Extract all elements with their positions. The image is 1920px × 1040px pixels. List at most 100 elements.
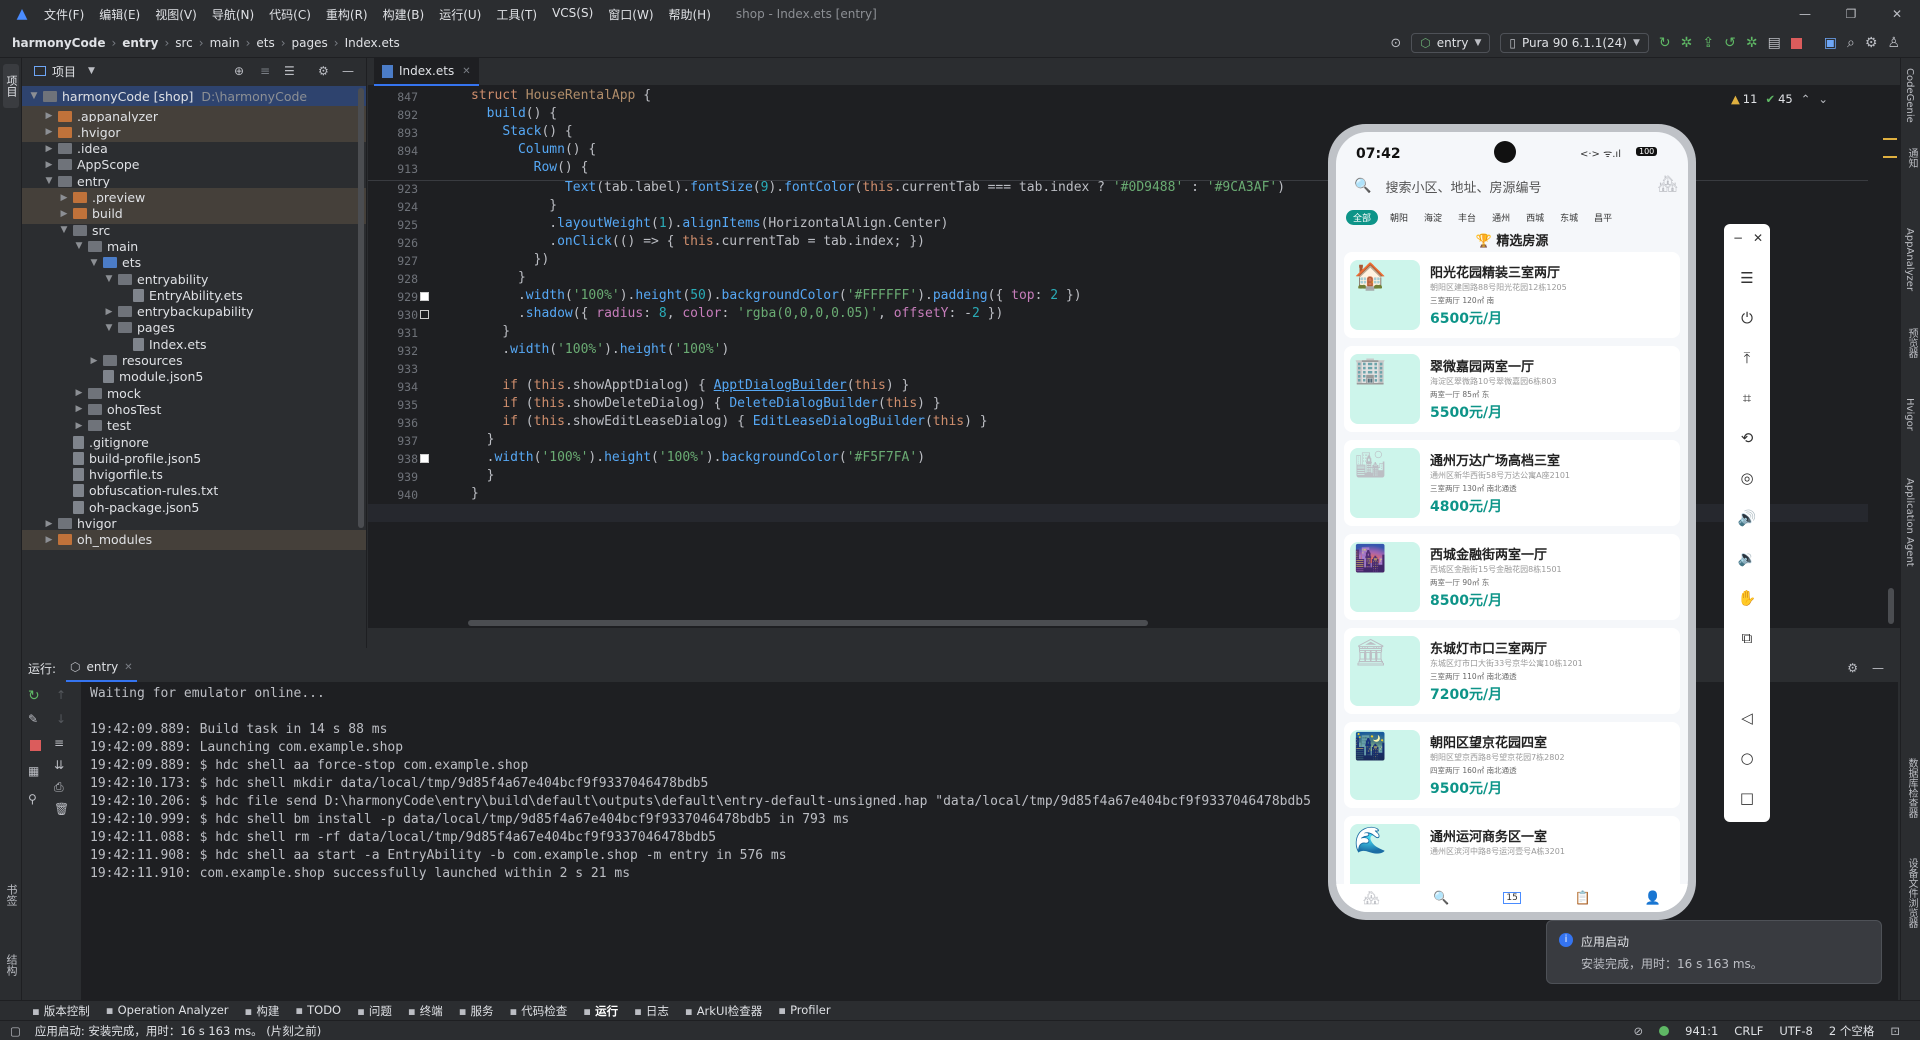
district-chip[interactable]: 朝阳 xyxy=(1390,211,1408,224)
color-swatch-icon[interactable] xyxy=(420,310,429,319)
indent-setting[interactable]: 2 个空格 xyxy=(1829,1023,1874,1039)
apply-changes-icon[interactable]: ↺ xyxy=(1724,35,1736,51)
tool-window-button[interactable]: ▪ ArkUI检查器 xyxy=(685,1003,762,1019)
project-panel-title[interactable]: 项目 xyxy=(52,63,76,80)
profiler-icon[interactable]: ✲ xyxy=(1746,35,1758,51)
close-tab-icon[interactable]: ✕ xyxy=(124,662,132,673)
menu-item[interactable]: 文件(F) xyxy=(44,6,84,23)
menu-icon[interactable]: ☰ xyxy=(1737,268,1757,288)
chevron-down-icon[interactable]: ▼ xyxy=(88,66,95,76)
breadcrumb-item[interactable]: src xyxy=(175,36,193,50)
code-line[interactable]: if (this.showDeleteDialog) { DeleteDialo… xyxy=(471,396,940,411)
listing-card[interactable]: 🏛 东城灯市口三室两厅 东城区灯市口大街33号京华公寓10栋1201 三室两厅 110… xyxy=(1344,628,1680,714)
menu-item[interactable]: 代码(C) xyxy=(269,6,311,23)
screenshot-icon[interactable]: ◎ xyxy=(1737,468,1757,488)
rotate-icon[interactable]: ⟲ xyxy=(1737,428,1757,448)
chevron-right-icon[interactable]: ▶ xyxy=(88,356,100,366)
color-swatch-icon[interactable] xyxy=(420,292,429,301)
code-line[interactable]: .width('100%').height('100%') xyxy=(471,342,729,357)
chevron-right-icon[interactable]: ▶ xyxy=(43,111,55,121)
shake-icon[interactable]: ✋ xyxy=(1737,588,1757,608)
chevron-right-icon[interactable]: ▶ xyxy=(73,421,85,431)
breadcrumb-item[interactable]: Index.ets xyxy=(345,36,400,50)
close-icon[interactable]: ✕ xyxy=(1748,228,1768,248)
district-chip[interactable]: 西城 xyxy=(1526,211,1544,224)
chevron-right-icon[interactable]: ▶ xyxy=(43,144,55,154)
tool-window-button[interactable]: ▪ 运行 xyxy=(583,1003,618,1019)
menu-item[interactable]: 编辑(E) xyxy=(99,6,140,23)
tool-window-button[interactable]: ▪ TODO xyxy=(295,1003,341,1019)
chevron-right-icon[interactable]: ▶ xyxy=(73,388,85,398)
right-tool-button[interactable]: 预览器 xyxy=(1904,328,1919,358)
menu-item[interactable]: VCS(S) xyxy=(552,6,593,23)
tab-home-icon[interactable]: 🏘 xyxy=(1363,891,1380,906)
status-message[interactable]: 应用启动: 安装完成，用时：16 s 163 ms。 (片刻之前) xyxy=(35,1023,321,1039)
structure-tool-button[interactable]: 结构 xyxy=(3,954,19,994)
power-icon[interactable]: ⏻ xyxy=(1737,308,1757,328)
code-line[interactable]: } xyxy=(471,198,557,213)
chevron-right-icon[interactable]: ▶ xyxy=(43,127,55,137)
chevron-down-icon[interactable]: ▼ xyxy=(103,274,115,284)
account-icon[interactable]: ♙ xyxy=(1887,35,1900,51)
tab-search-icon[interactable]: 🔍 xyxy=(1433,891,1449,906)
notification-toast[interactable]: i 应用启动 安装完成，用时：16 s 163 ms。 xyxy=(1546,920,1882,984)
menu-item[interactable]: 运行(U) xyxy=(439,6,481,23)
code-line[interactable]: .width('100%').height('100%').background… xyxy=(471,450,925,465)
tab-profile-icon[interactable]: 👤 xyxy=(1645,891,1661,906)
chevron-right-icon[interactable]: ▶ xyxy=(43,519,55,529)
ai-assist-icon[interactable] xyxy=(1883,138,1897,158)
code-line[interactable]: .layoutWeight(1).alignItems(HorizontalAl… xyxy=(471,216,948,231)
volume-up-icon[interactable]: 🔊 xyxy=(1737,508,1757,528)
restore-icon[interactable]: ❐ xyxy=(1828,7,1874,21)
breadcrumb-item[interactable]: harmonyCode xyxy=(12,36,105,50)
search-bar[interactable]: 🔍 搜索小区、地址、房源编号 🏘 xyxy=(1346,170,1678,202)
right-tool-button[interactable]: AppAnalyzer xyxy=(1904,228,1915,291)
tab-calendar-icon[interactable]: 15 xyxy=(1503,892,1521,904)
listing-card[interactable]: 🏢 翠微嘉园两室一厅 海淀区翠微路10号翠微嘉园6栋803 两室一厅 85㎡ 东 550… xyxy=(1344,346,1680,432)
chevron-right-icon[interactable]: ▶ xyxy=(73,404,85,414)
code-line[interactable]: } xyxy=(471,324,510,339)
breadcrumb-item[interactable]: pages xyxy=(292,36,328,50)
search-icon[interactable]: ⌕ xyxy=(1847,35,1855,51)
menu-item[interactable]: 构建(B) xyxy=(383,6,425,23)
run-settings-icon[interactable]: ⚙ xyxy=(1847,661,1858,675)
status-panel-icon[interactable]: ▢ xyxy=(10,1024,21,1038)
debug-icon[interactable]: ✲ xyxy=(1681,35,1693,51)
code-line[interactable]: if (this.showApptDialog) { ApptDialogBui… xyxy=(471,378,909,393)
stop-icon[interactable] xyxy=(1790,37,1802,49)
chevron-down-icon[interactable]: ▼ xyxy=(73,241,85,251)
rerun-icon[interactable]: ↻ xyxy=(1659,35,1671,51)
code-line[interactable]: Column() { xyxy=(471,142,596,157)
chevron-down-icon[interactable]: ▼ xyxy=(43,176,55,186)
right-tool-button[interactable]: 设备文件浏览器 xyxy=(1904,858,1919,928)
crop-icon[interactable]: ⌗ xyxy=(1737,388,1757,408)
chevron-down-icon[interactable]: ▼ xyxy=(28,91,40,101)
line-separator[interactable]: CRLF xyxy=(1734,1024,1763,1038)
tree-item[interactable]: ▶ oh_modules xyxy=(22,529,366,550)
back-icon[interactable]: ◁ xyxy=(1737,708,1757,728)
menu-item[interactable]: 窗口(W) xyxy=(608,6,653,23)
attach-debugger-icon[interactable]: ⇪ xyxy=(1702,35,1714,51)
breadcrumb-item[interactable]: entry xyxy=(122,36,158,50)
minimize-icon[interactable]: — xyxy=(1782,7,1828,21)
project-tool-button[interactable]: 项目 xyxy=(3,64,19,108)
chevron-right-icon[interactable]: ▶ xyxy=(43,535,55,545)
district-chip[interactable]: 海淀 xyxy=(1424,211,1442,224)
hide-panel-icon[interactable]: — xyxy=(1872,661,1884,675)
locate-icon[interactable]: ⊕ xyxy=(234,64,244,78)
run-tab[interactable]: ⬡ entry ✕ xyxy=(66,654,137,682)
volume-down-icon[interactable]: 🔉 xyxy=(1737,548,1757,568)
code-line[interactable]: build() { xyxy=(471,106,557,121)
code-line[interactable]: Row() { xyxy=(471,160,589,175)
tool-window-button[interactable]: ▪ 版本控制 xyxy=(32,1003,90,1019)
chevron-down-icon[interactable]: ▼ xyxy=(58,225,70,235)
recents-icon[interactable]: □ xyxy=(1737,788,1757,808)
right-tool-button[interactable]: Application Agent xyxy=(1904,478,1915,567)
code-line[interactable]: } xyxy=(471,432,495,447)
menu-item[interactable]: 重构(R) xyxy=(326,6,368,23)
expand-all-icon[interactable]: ≡ xyxy=(260,64,270,78)
menu-item[interactable]: 帮助(H) xyxy=(669,6,711,23)
code-line[interactable]: Stack() { xyxy=(471,124,572,139)
color-swatch-icon[interactable] xyxy=(420,454,429,463)
tool-window-button[interactable]: ▪ 服务 xyxy=(459,1003,494,1019)
